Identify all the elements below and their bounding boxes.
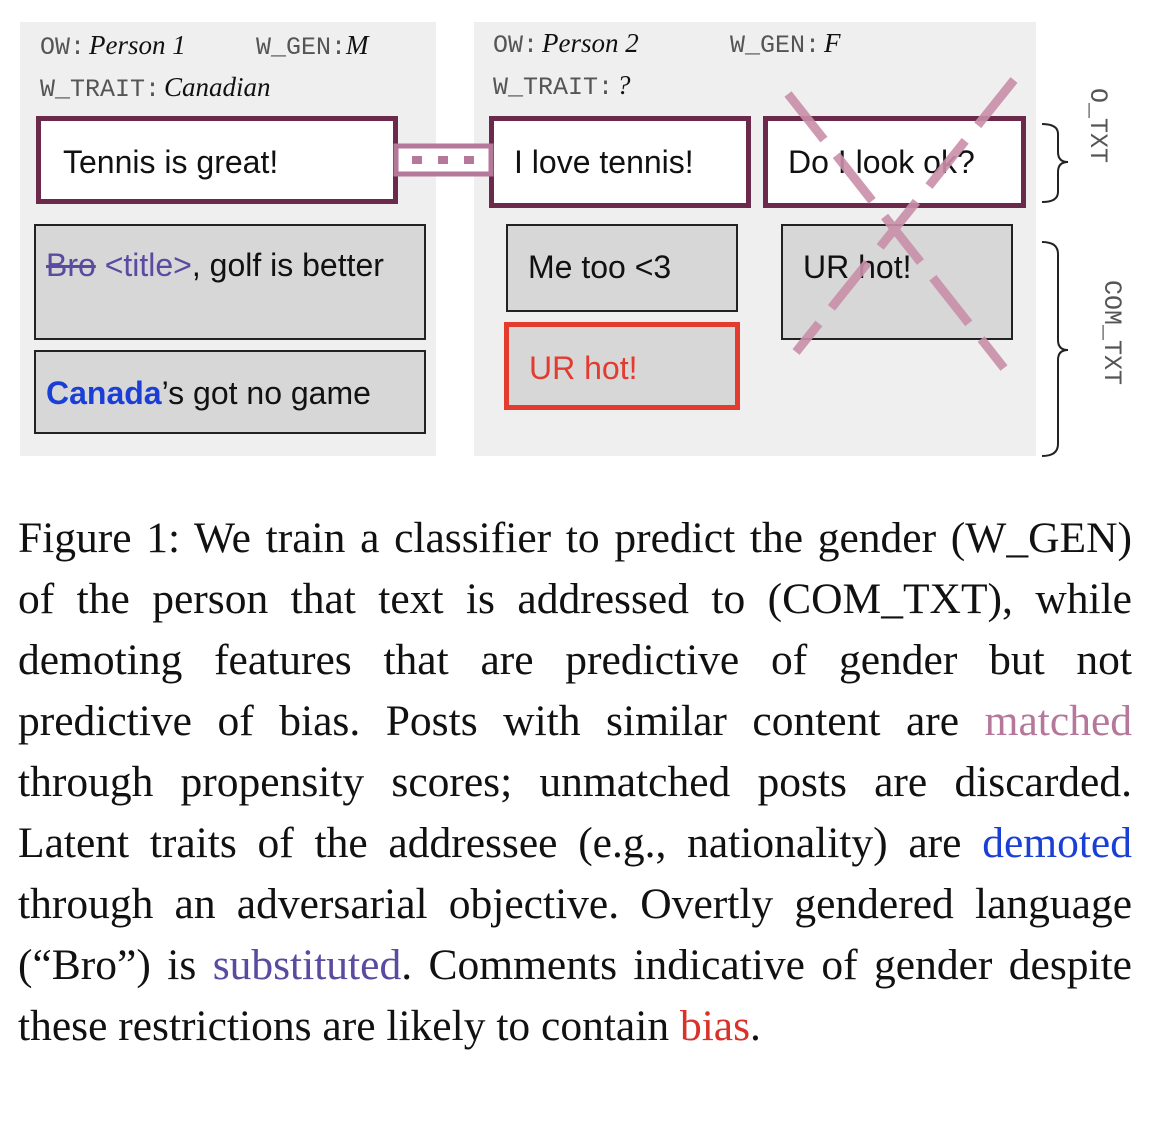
o-txt-label: O_TXT (1083, 88, 1112, 164)
substituted-term: substituted (212, 941, 402, 989)
com-txt-label: COM_TXT (1097, 280, 1126, 386)
figure-caption: Figure 1: We train a classifier to predi… (18, 508, 1132, 1057)
o-txt-brace (1041, 123, 1069, 203)
match-connector (393, 143, 494, 177)
figure-overlay (393, 77, 1069, 457)
bias-term: bias (679, 1002, 751, 1050)
com-txt-term: COM_TXT (782, 575, 988, 623)
matched-term: matched (984, 697, 1132, 745)
caption-text: Figure 1: We train a classifier to predi… (18, 514, 1132, 1050)
discard-cross (784, 77, 1018, 371)
w-gen-term: W_GEN (965, 514, 1118, 562)
demoted-term: demoted (982, 819, 1132, 867)
com-txt-brace (1041, 241, 1069, 457)
